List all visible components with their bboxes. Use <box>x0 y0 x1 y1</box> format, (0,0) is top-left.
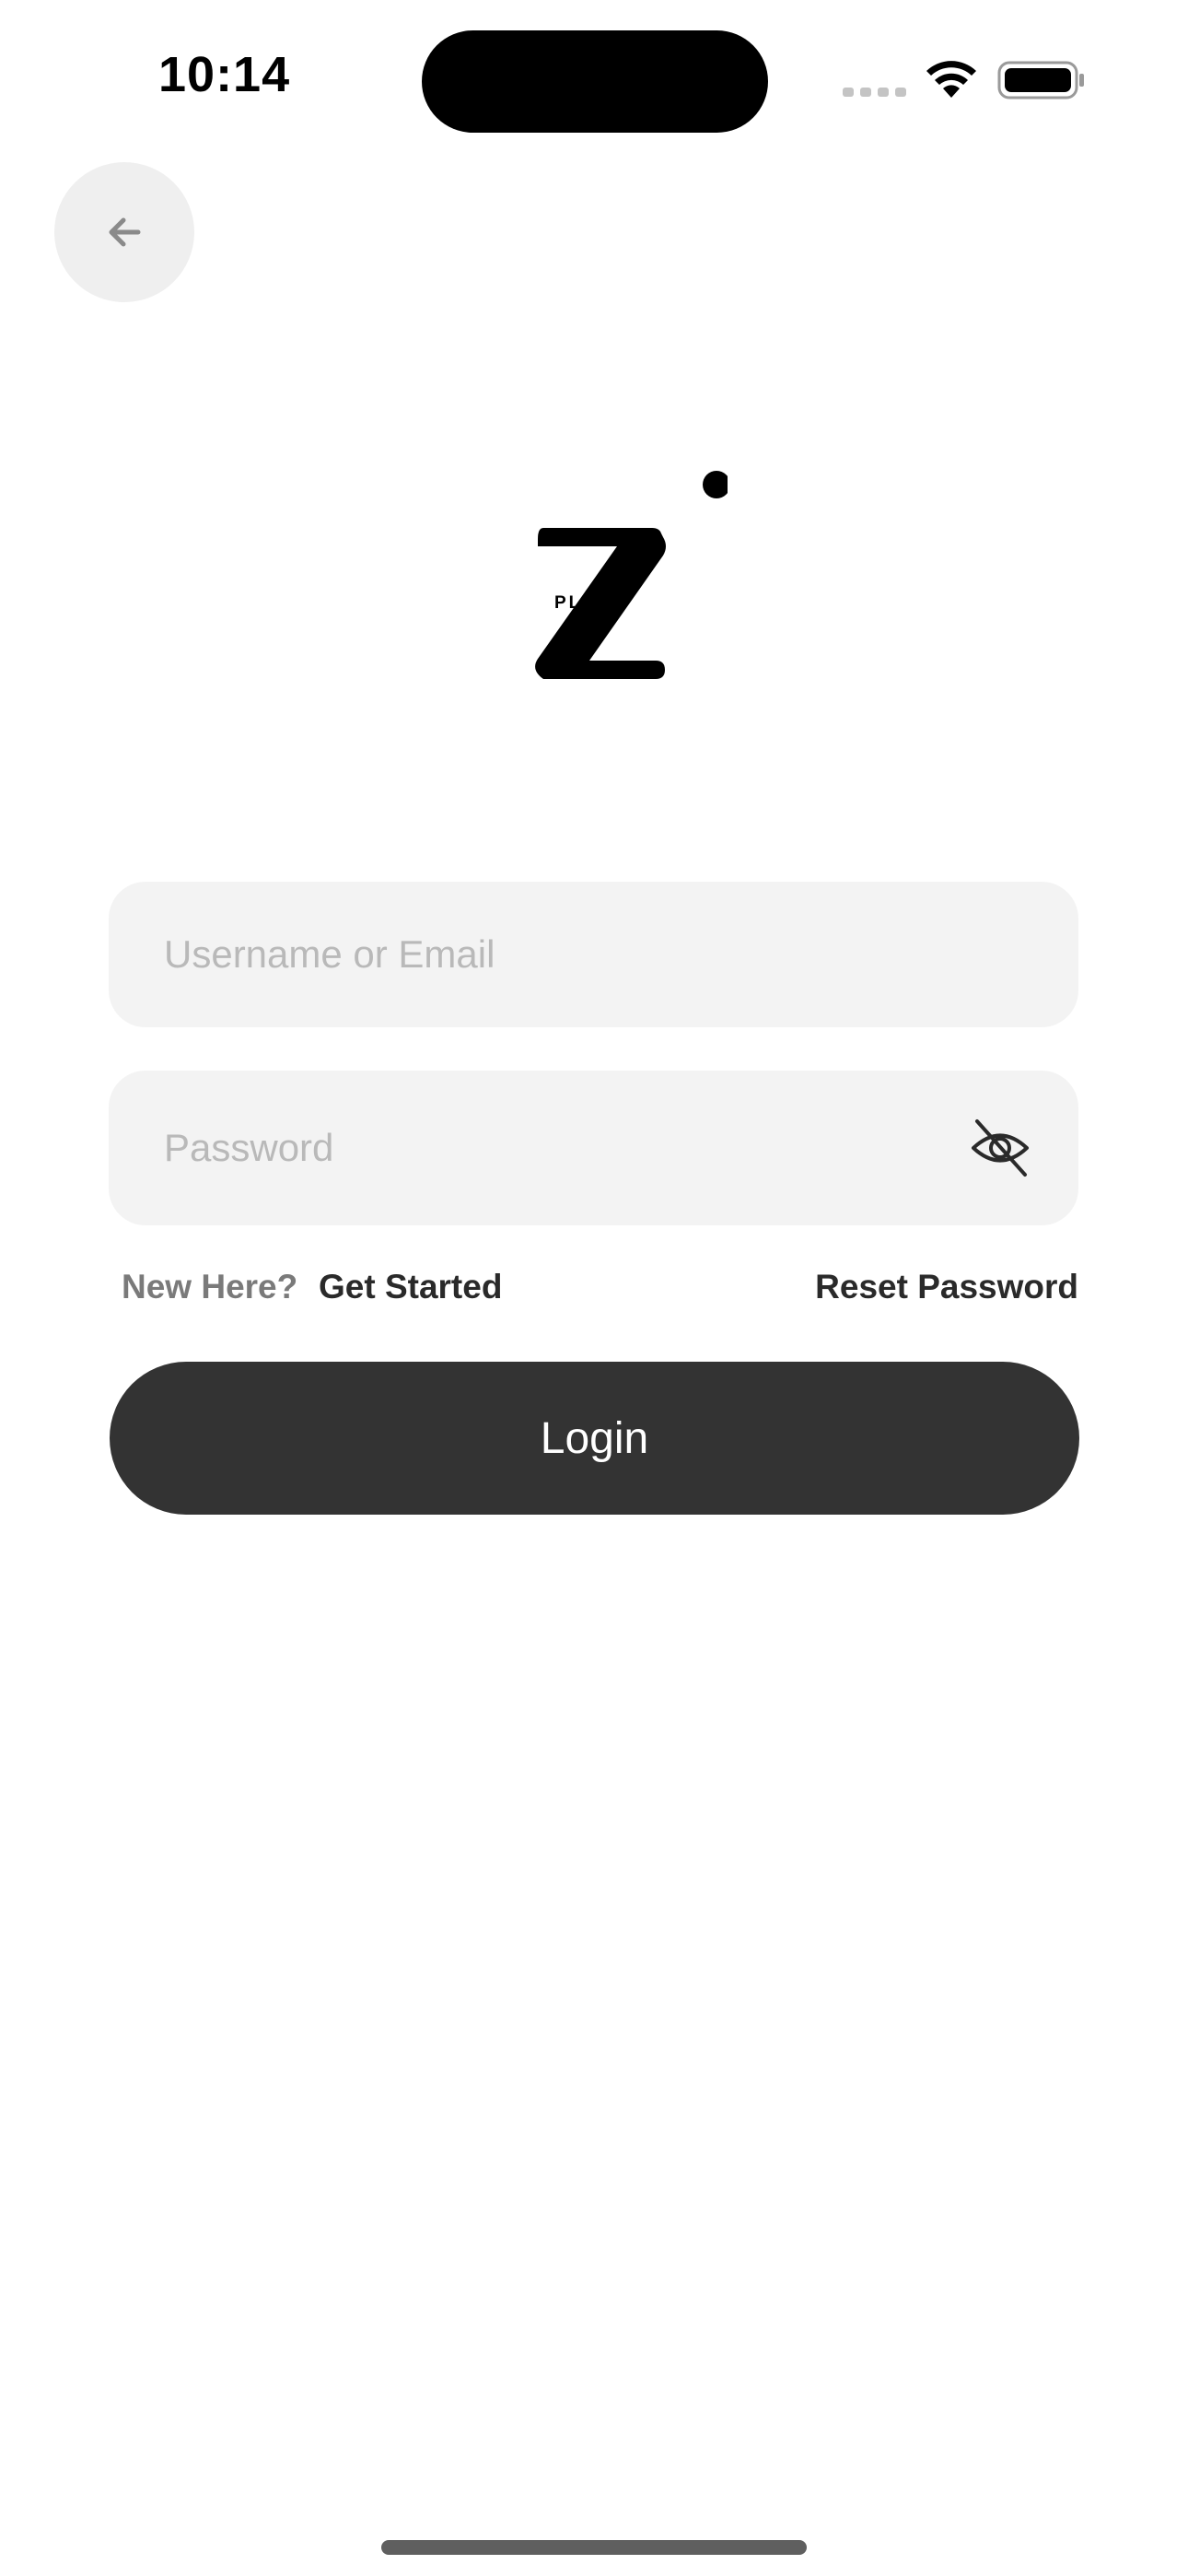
eye-off-icon[interactable] <box>970 1118 1031 1178</box>
status-time: 10:14 <box>158 47 291 102</box>
password-field[interactable] <box>109 1071 1078 1225</box>
dynamic-island <box>422 30 768 133</box>
reset-password-link[interactable]: Reset Password <box>815 1268 1078 1306</box>
login-button[interactable]: Login <box>110 1362 1079 1515</box>
logo-plan-text: PLAN <box>554 593 613 613</box>
back-button[interactable] <box>54 162 194 302</box>
username-field[interactable] <box>109 882 1078 1027</box>
cellular-signal-icon <box>843 88 906 97</box>
home-indicator[interactable] <box>381 2540 807 2555</box>
zplan-logo <box>535 471 728 679</box>
wifi-icon <box>926 61 976 98</box>
username-input[interactable] <box>164 932 896 977</box>
new-here-label: New Here? <box>122 1268 298 1306</box>
password-input[interactable] <box>164 1126 896 1170</box>
battery-icon <box>997 61 1084 100</box>
get-started-link[interactable]: Get Started <box>319 1268 502 1306</box>
arrow-left-icon <box>109 217 141 247</box>
